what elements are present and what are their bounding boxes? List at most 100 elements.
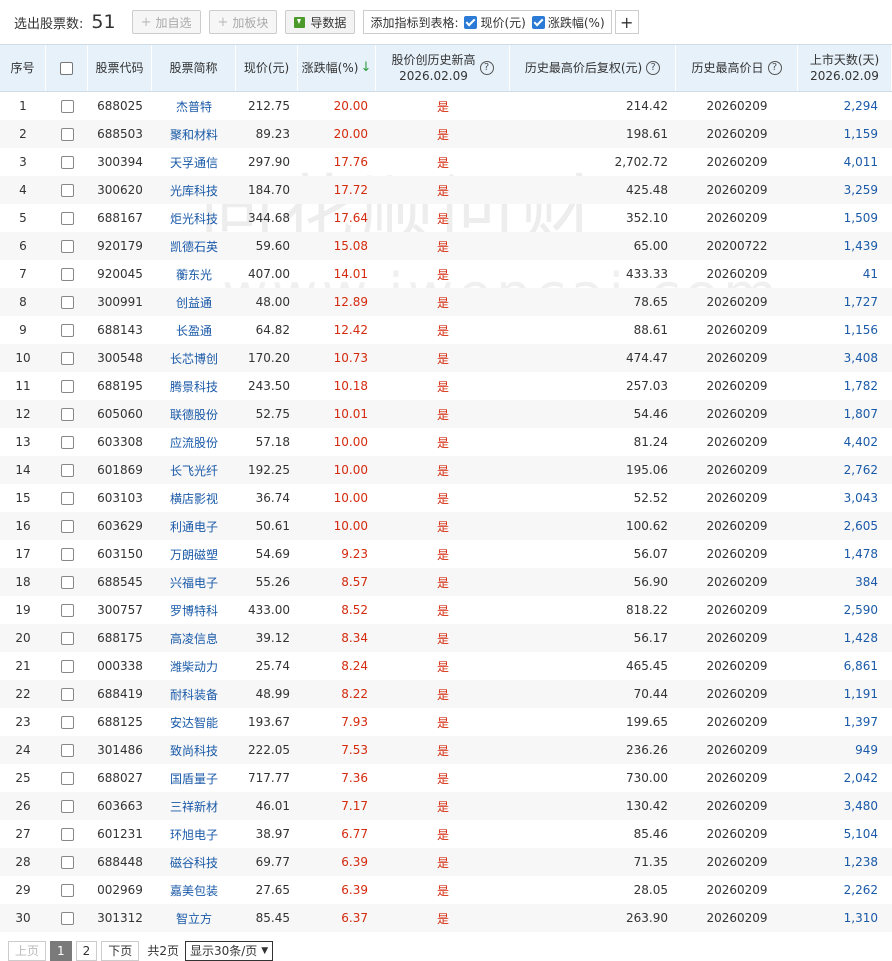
table-row[interactable]: 16 603629 利通电子 50.61 10.00 是 100.62 20260209 2,6… [0,512,892,540]
stock-name-link[interactable]: 创益通 [152,288,236,316]
stock-name-link[interactable]: 腾景科技 [152,372,236,400]
table-row[interactable]: 1 688025 杰普特 212.75 20.00 是 214.42 20260209 2,29… [0,92,892,120]
table-row[interactable]: 13 603308 应流股份 57.18 10.00 是 81.24 20260209 4,40… [0,428,892,456]
listing-days[interactable]: 1,509 [798,204,892,232]
col-header-change[interactable]: 涨跌幅(%) ↓ [298,45,376,91]
listing-days[interactable]: 4,402 [798,428,892,456]
stock-name-link[interactable]: 聚和材料 [152,120,236,148]
table-row[interactable]: 27 601231 环旭电子 38.97 6.77 是 85.46 20260209 5,104 [0,820,892,848]
col-header-new-high[interactable]: 股价创历史新高 2026.02.09 ? [376,45,510,91]
row-checkbox[interactable] [60,183,74,197]
row-checkbox[interactable] [60,155,74,169]
listing-days[interactable]: 1,727 [798,288,892,316]
table-row[interactable]: 30 301312 智立方 85.45 6.37 是 263.90 20260209 1,310 [0,904,892,932]
table-row[interactable]: 14 601869 长飞光纤 192.25 10.00 是 195.06 20260209 2,… [0,456,892,484]
row-checkbox[interactable] [60,547,74,561]
listing-days[interactable]: 3,480 [798,792,892,820]
row-checkbox[interactable] [60,799,74,813]
listing-days[interactable]: 2,590 [798,596,892,624]
listing-days[interactable]: 1,238 [798,848,892,876]
stock-name-link[interactable]: 智立方 [152,904,236,932]
table-row[interactable]: 21 000338 潍柴动力 25.74 8.24 是 465.45 20260209 6,86… [0,652,892,680]
indicator-price-checkbox[interactable] [464,15,478,29]
listing-days[interactable]: 1,159 [798,120,892,148]
stock-code[interactable]: 300757 [88,596,152,624]
listing-days[interactable]: 2,605 [798,512,892,540]
col-header-code[interactable]: 股票代码 [88,45,152,91]
listing-days[interactable]: 1,782 [798,372,892,400]
listing-days[interactable]: 2,294 [798,92,892,120]
listing-days[interactable]: 2,042 [798,764,892,792]
stock-code[interactable]: 688125 [88,708,152,736]
listing-days[interactable]: 1,191 [798,680,892,708]
row-checkbox[interactable] [60,127,74,141]
row-checkbox[interactable] [60,883,74,897]
stock-name-link[interactable]: 长盈通 [152,316,236,344]
listing-days[interactable]: 1,156 [798,316,892,344]
stock-name-link[interactable]: 天孚通信 [152,148,236,176]
row-checkbox[interactable] [60,435,74,449]
add-watchlist-button[interactable]: + 加自选 [131,10,201,34]
stock-code[interactable]: 300991 [88,288,152,316]
stock-name-link[interactable]: 联德股份 [152,400,236,428]
listing-days[interactable]: 3,408 [798,344,892,372]
listing-days[interactable]: 949 [798,736,892,764]
table-row[interactable]: 17 603150 万朗磁塑 54.69 9.23 是 56.07 20260209 1,478 [0,540,892,568]
add-block-button[interactable]: + 加板块 [208,10,278,34]
table-row[interactable]: 26 603663 三祥新材 46.01 7.17 是 130.42 20260209 3,48… [0,792,892,820]
listing-days[interactable]: 1,428 [798,624,892,652]
stock-name-link[interactable]: 磁谷科技 [152,848,236,876]
row-checkbox[interactable] [60,687,74,701]
page-2-button[interactable]: 2 [75,940,98,961]
listing-days[interactable]: 6,861 [798,652,892,680]
row-checkbox[interactable] [60,211,74,225]
stock-code[interactable]: 688448 [88,848,152,876]
stock-code[interactable]: 688503 [88,120,152,148]
table-row[interactable]: 18 688545 兴福电子 55.26 8.57 是 56.90 20260209 384 [0,568,892,596]
stock-code[interactable]: 688175 [88,624,152,652]
help-icon[interactable]: ? [767,61,782,75]
table-row[interactable]: 12 605060 联德股份 52.75 10.01 是 54.46 20260209 1,80… [0,400,892,428]
row-checkbox[interactable] [60,575,74,589]
row-checkbox[interactable] [60,491,74,505]
select-all-checkbox[interactable] [60,61,73,75]
stock-name-link[interactable]: 长芯博创 [152,344,236,372]
stock-code[interactable]: 603103 [88,484,152,512]
table-row[interactable]: 4 300620 光库科技 184.70 17.72 是 425.48 20260209 3,2… [0,176,892,204]
row-checkbox[interactable] [60,379,74,393]
stock-code[interactable]: 301312 [88,904,152,932]
listing-days[interactable]: 1,439 [798,232,892,260]
col-header-hist-high-date[interactable]: 历史最高价日 ? [676,45,798,91]
listing-days[interactable]: 1,478 [798,540,892,568]
col-header-hist-high[interactable]: 历史最高价后复权(元) ? [510,45,676,91]
table-row[interactable]: 8 300991 创益通 48.00 12.89 是 78.65 20260209 1,727 [0,288,892,316]
stock-name-link[interactable]: 环旭电子 [152,820,236,848]
row-checkbox[interactable] [60,771,74,785]
stock-code[interactable]: 601869 [88,456,152,484]
stock-name-link[interactable]: 致尚科技 [152,736,236,764]
table-row[interactable]: 6 920179 凯德石英 59.60 15.08 是 65.00 20200722 1,439 [0,232,892,260]
stock-code[interactable]: 601231 [88,820,152,848]
row-checkbox[interactable] [60,631,74,645]
listing-days[interactable]: 384 [798,568,892,596]
stock-code[interactable]: 300548 [88,344,152,372]
stock-name-link[interactable]: 三祥新材 [152,792,236,820]
listing-days[interactable]: 2,762 [798,456,892,484]
stock-name-link[interactable]: 嘉美包装 [152,876,236,904]
stock-code[interactable]: 688143 [88,316,152,344]
stock-code[interactable]: 688195 [88,372,152,400]
row-checkbox[interactable] [60,239,74,253]
stock-name-link[interactable]: 耐科装备 [152,680,236,708]
listing-days[interactable]: 5,104 [798,820,892,848]
stock-name-link[interactable]: 应流股份 [152,428,236,456]
table-row[interactable]: 28 688448 磁谷科技 69.77 6.39 是 71.35 20260209 1,238 [0,848,892,876]
listing-days[interactable]: 41 [798,260,892,288]
stock-name-link[interactable]: 潍柴动力 [152,652,236,680]
stock-code[interactable]: 000338 [88,652,152,680]
stock-name-link[interactable]: 利通电子 [152,512,236,540]
row-checkbox[interactable] [60,407,74,421]
stock-name-link[interactable]: 安达智能 [152,708,236,736]
table-row[interactable]: 10 300548 长芯博创 170.20 10.73 是 474.47 20260209 3,… [0,344,892,372]
table-row[interactable]: 24 301486 致尚科技 222.05 7.53 是 236.26 20260209 949 [0,736,892,764]
table-row[interactable]: 3 300394 天孚通信 297.90 17.76 是 2,702.72 20260209 4… [0,148,892,176]
